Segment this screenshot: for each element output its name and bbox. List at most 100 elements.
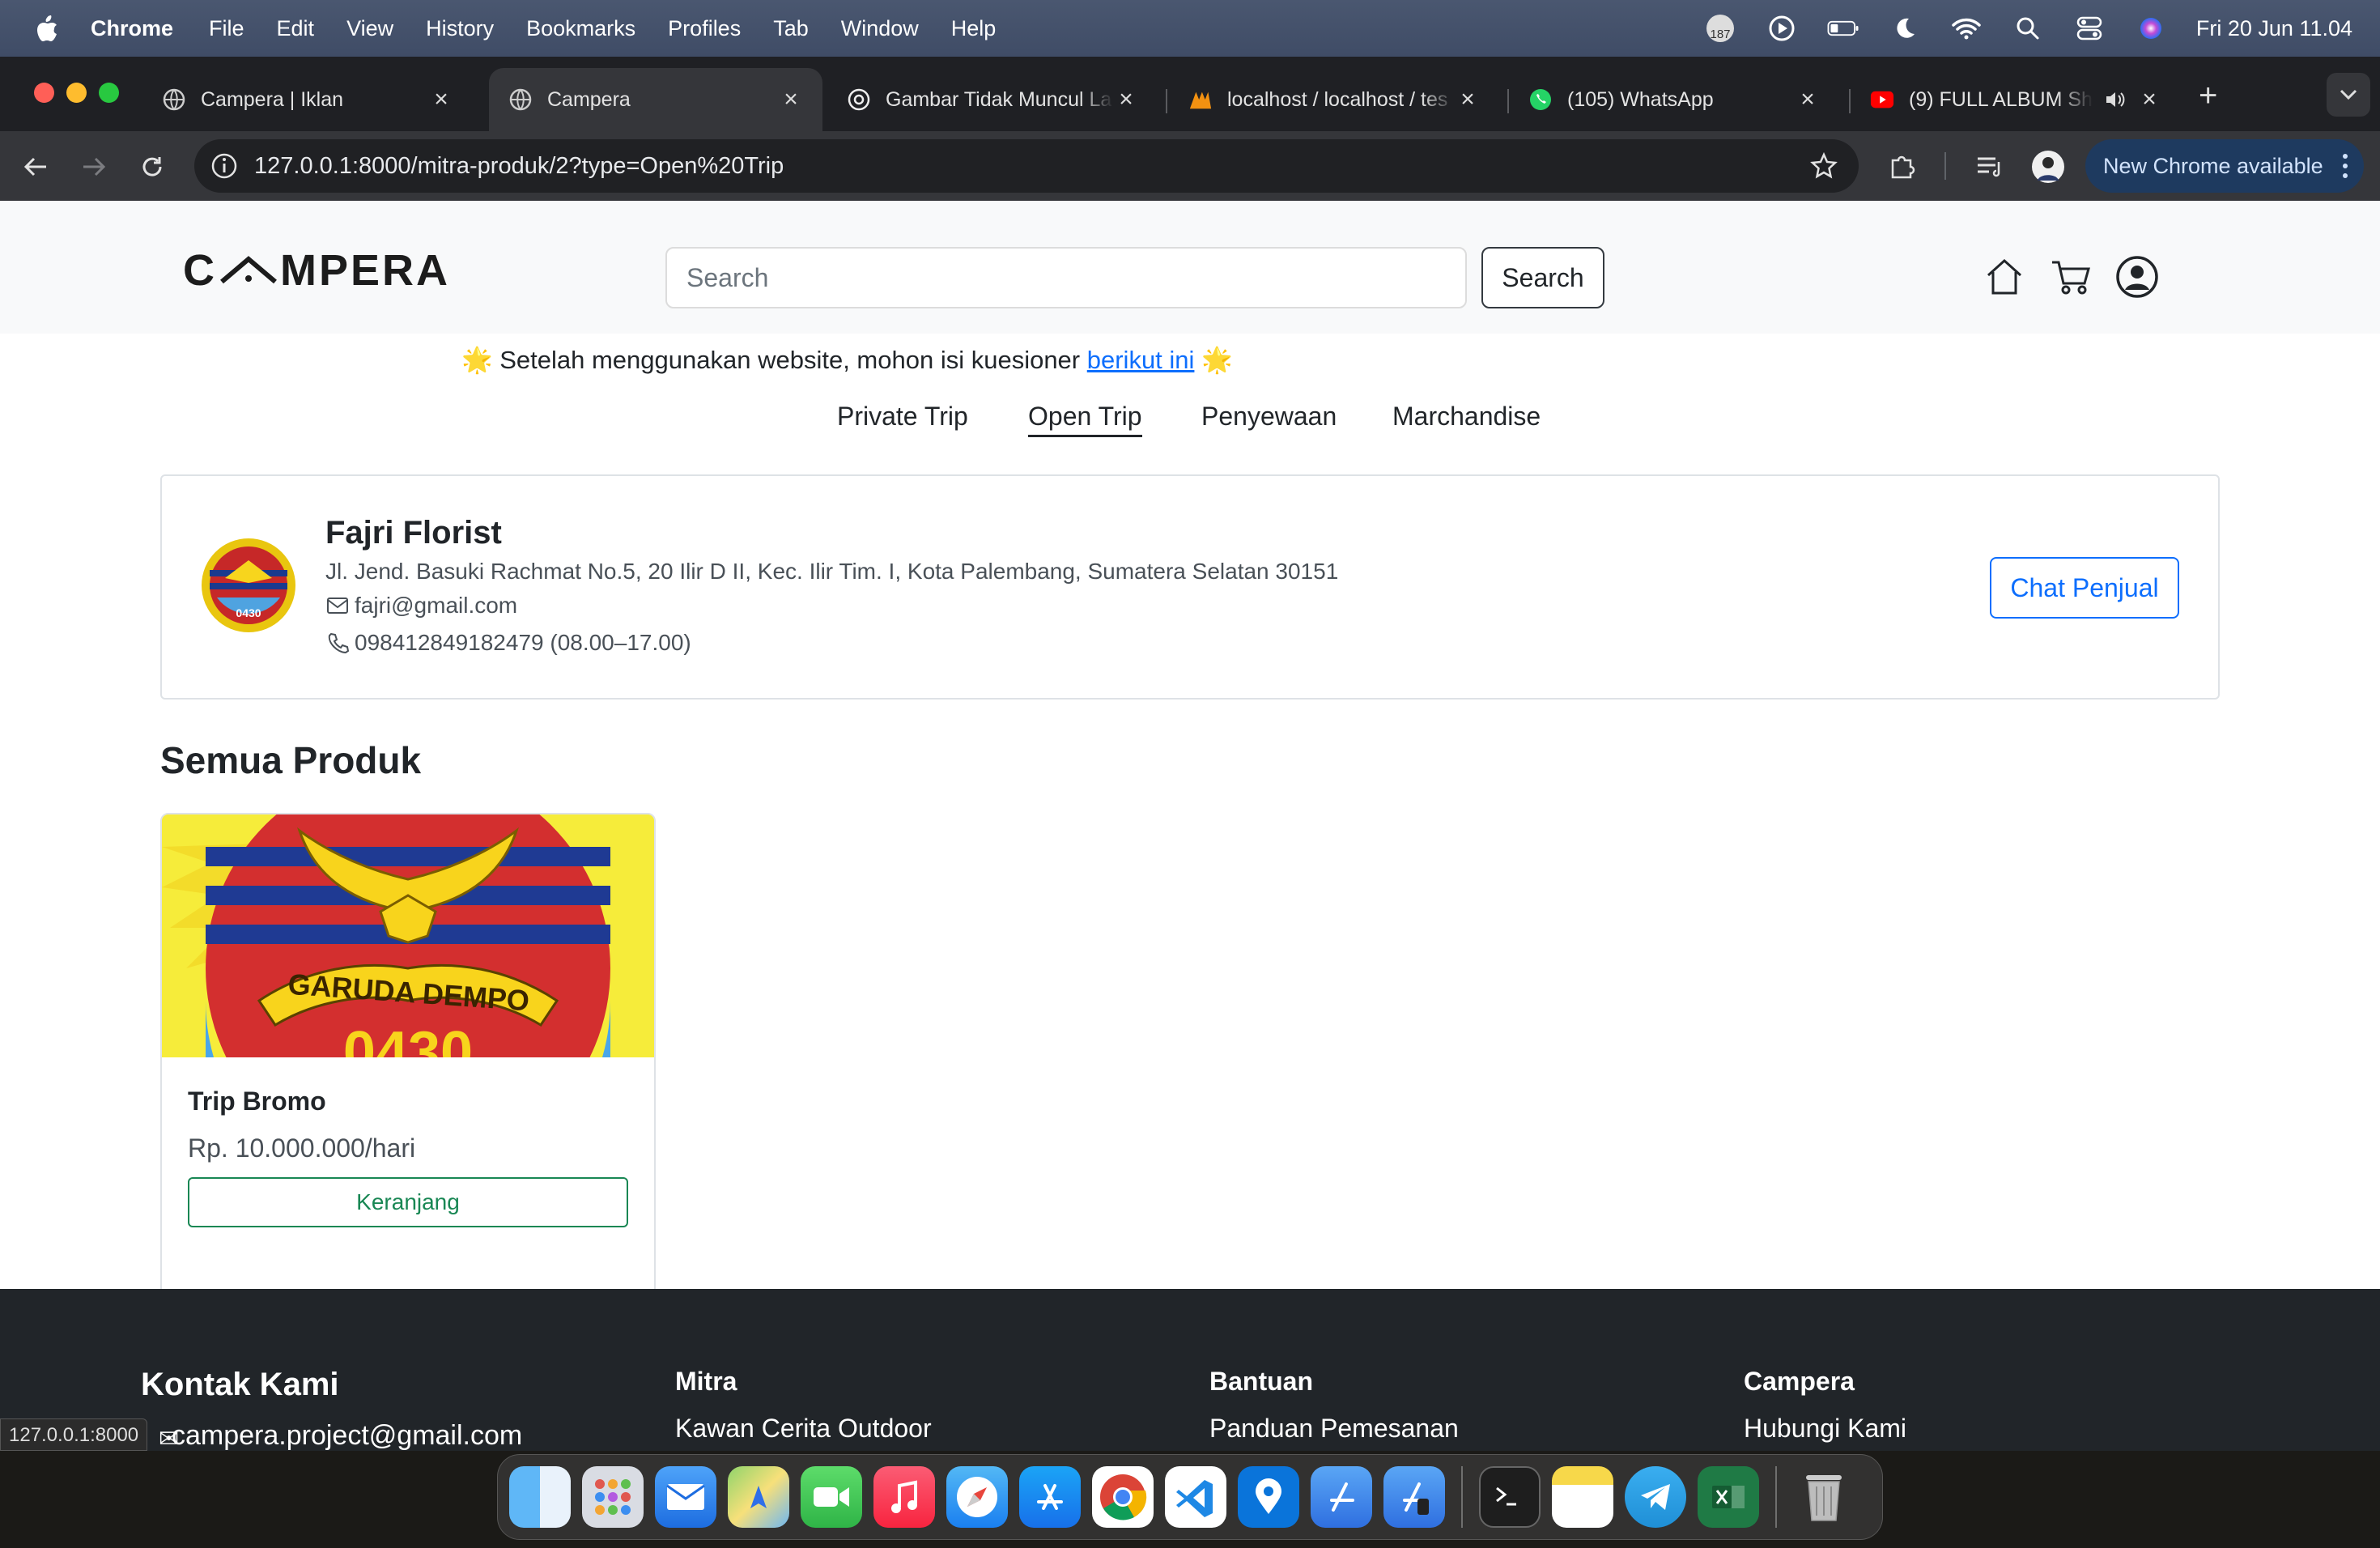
chrome-tab-strip: Campera | Iklan × Campera × Gambar Tidak…: [0, 57, 2380, 131]
nav-private-trip[interactable]: Private Trip: [837, 402, 968, 432]
menu-help[interactable]: Help: [951, 16, 997, 41]
user-profile-icon[interactable]: [2114, 254, 2160, 300]
tab-close-icon[interactable]: ×: [1114, 86, 1138, 113]
apple-logo-icon[interactable]: [31, 12, 63, 45]
footer-link-panduan-pemesanan[interactable]: Panduan Pemesanan: [1209, 1414, 1459, 1444]
new-tab-plus-icon[interactable]: +: [2199, 79, 2217, 112]
add-to-cart-button[interactable]: Keranjang: [188, 1177, 628, 1227]
terminal-icon[interactable]: [1479, 1466, 1541, 1528]
site-info-icon[interactable]: [209, 151, 240, 185]
footer-contact-email[interactable]: campera.project@gmail.com: [172, 1420, 522, 1451]
back-arrow-icon[interactable]: [18, 149, 53, 185]
menu-history[interactable]: History: [426, 16, 494, 41]
chrome-toolbar: 127.0.0.1:8000/mitra-produk/2?type=Open%…: [0, 131, 2380, 201]
app-store-icon[interactable]: [1019, 1466, 1081, 1528]
trash-icon[interactable]: [1793, 1466, 1855, 1528]
campera-logo[interactable]: C MPERA: [183, 245, 450, 296]
cart-icon[interactable]: [2048, 254, 2093, 300]
facetime-icon[interactable]: [801, 1466, 862, 1528]
tab-title: Campera: [547, 87, 631, 111]
tab-close-icon[interactable]: ×: [1456, 86, 1480, 113]
tab-campera[interactable]: Campera ×: [489, 68, 822, 131]
excel-icon[interactable]: [1698, 1466, 1759, 1528]
menu-tab[interactable]: Tab: [773, 16, 809, 41]
search-button[interactable]: Search: [1481, 247, 1604, 308]
tab-close-icon[interactable]: ×: [2137, 86, 2161, 113]
window-zoom-button[interactable]: [99, 83, 119, 103]
finder-icon[interactable]: [509, 1466, 571, 1528]
wifi-icon[interactable]: [1950, 12, 1983, 45]
play-icon[interactable]: [1766, 12, 1798, 45]
tab-close-icon[interactable]: ×: [779, 86, 803, 113]
extensions-puzzle-icon[interactable]: [1885, 149, 1920, 185]
category-nav: Private Trip Open Trip Penyewaan Marchan…: [0, 402, 2380, 450]
nav-marchandise[interactable]: Marchandise: [1392, 402, 1541, 432]
menu-view[interactable]: View: [346, 16, 393, 41]
menu-app-name[interactable]: Chrome: [91, 16, 173, 41]
reload-icon[interactable]: [134, 149, 170, 185]
notification-badge-icon[interactable]: 187: [1704, 12, 1736, 45]
menu-edit[interactable]: Edit: [277, 16, 315, 41]
product-image[interactable]: GARUDA DEMPO 0430: [162, 814, 654, 1057]
seller-email-row: fajri@gmail.com: [325, 593, 517, 619]
new-chrome-available-button[interactable]: New Chrome available: [2085, 139, 2364, 193]
vscode-icon[interactable]: [1165, 1466, 1226, 1528]
seller-card: 0430 Fajri Florist Jl. Jend. Basuki Rach…: [160, 474, 2220, 700]
footer-link-hubungi-kami[interactable]: Hubungi Kami: [1744, 1414, 1906, 1444]
moon-icon[interactable]: [1889, 12, 1921, 45]
tab-youtube[interactable]: (9) FULL ALBUM She ×: [1851, 68, 2181, 131]
simulator-icon[interactable]: [1383, 1466, 1445, 1528]
tab-title: Gambar Tidak Muncul La: [886, 87, 1112, 111]
siri-icon[interactable]: [2135, 12, 2167, 45]
nav-penyewaan[interactable]: Penyewaan: [1201, 402, 1337, 432]
tab-close-icon[interactable]: ×: [1796, 86, 1820, 113]
address-bar[interactable]: 127.0.0.1:8000/mitra-produk/2?type=Open%…: [194, 139, 1859, 193]
safari-icon[interactable]: [946, 1466, 1008, 1528]
music-icon[interactable]: [873, 1466, 935, 1528]
telegram-icon[interactable]: [1625, 1466, 1686, 1528]
chrome-icon[interactable]: [1092, 1466, 1154, 1528]
menu-window[interactable]: Window: [841, 16, 919, 41]
menu-bookmarks[interactable]: Bookmarks: [526, 16, 635, 41]
nav-open-trip[interactable]: Open Trip: [1028, 402, 1142, 437]
tab-close-icon[interactable]: ×: [429, 86, 453, 113]
location-pin-app-icon[interactable]: [1238, 1466, 1299, 1528]
notes-icon[interactable]: [1552, 1466, 1613, 1528]
seller-email: fajri@gmail.com: [355, 593, 518, 618]
menu-profiles[interactable]: Profiles: [668, 16, 741, 41]
chat-seller-button[interactable]: Chat Penjual: [1990, 557, 2179, 619]
mail-icon[interactable]: [655, 1466, 716, 1528]
profile-avatar[interactable]: [2030, 149, 2066, 185]
tab-title: Campera | Iklan: [201, 87, 344, 111]
tab-campera-iklan[interactable]: Campera | Iklan ×: [142, 68, 473, 131]
whatsapp-icon: [1528, 87, 1553, 112]
reading-list-icon[interactable]: [1972, 149, 2008, 185]
home-icon[interactable]: [1982, 254, 2027, 300]
forward-arrow-icon[interactable]: [76, 149, 112, 185]
xcode-icon[interactable]: [1311, 1466, 1372, 1528]
control-center-icon[interactable]: [2073, 12, 2106, 45]
tab-phpmyadmin[interactable]: localhost / localhost / tes ×: [1169, 68, 1499, 131]
menubar-datetime[interactable]: Fri 20 Jun 11.04: [2196, 16, 2352, 41]
new-chrome-label: New Chrome available: [2103, 153, 2323, 178]
window-minimize-button[interactable]: [66, 83, 87, 103]
url-text: 127.0.0.1:8000/mitra-produk/2?type=Open%…: [254, 152, 784, 179]
tab-search-chevron-icon[interactable]: [2327, 73, 2370, 117]
tab-gambar-tidak-muncul[interactable]: Gambar Tidak Muncul La ×: [827, 68, 1158, 131]
bookmark-star-icon[interactable]: [1810, 151, 1838, 184]
launchpad-icon[interactable]: [582, 1466, 644, 1528]
more-vertical-icon[interactable]: [2341, 152, 2349, 185]
speaker-icon[interactable]: [2105, 90, 2126, 109]
window-close-button[interactable]: [34, 83, 54, 103]
menu-file[interactable]: File: [209, 16, 244, 41]
battery-icon[interactable]: [1827, 12, 1859, 45]
notice-text: Setelah menggunakan website, mohon isi k…: [499, 346, 1087, 374]
dock-separator: [1775, 1466, 1777, 1528]
footer-link-kawan-cerita-outdoor[interactable]: Kawan Cerita Outdoor: [675, 1414, 932, 1444]
search-input[interactable]: [665, 247, 1467, 308]
spotlight-search-icon[interactable]: [2012, 12, 2044, 45]
product-name[interactable]: Trip Bromo: [188, 1087, 326, 1116]
tab-whatsapp[interactable]: (105) WhatsApp ×: [1509, 68, 1839, 131]
maps-icon[interactable]: [728, 1466, 789, 1528]
survey-link[interactable]: berikut ini: [1087, 346, 1195, 374]
